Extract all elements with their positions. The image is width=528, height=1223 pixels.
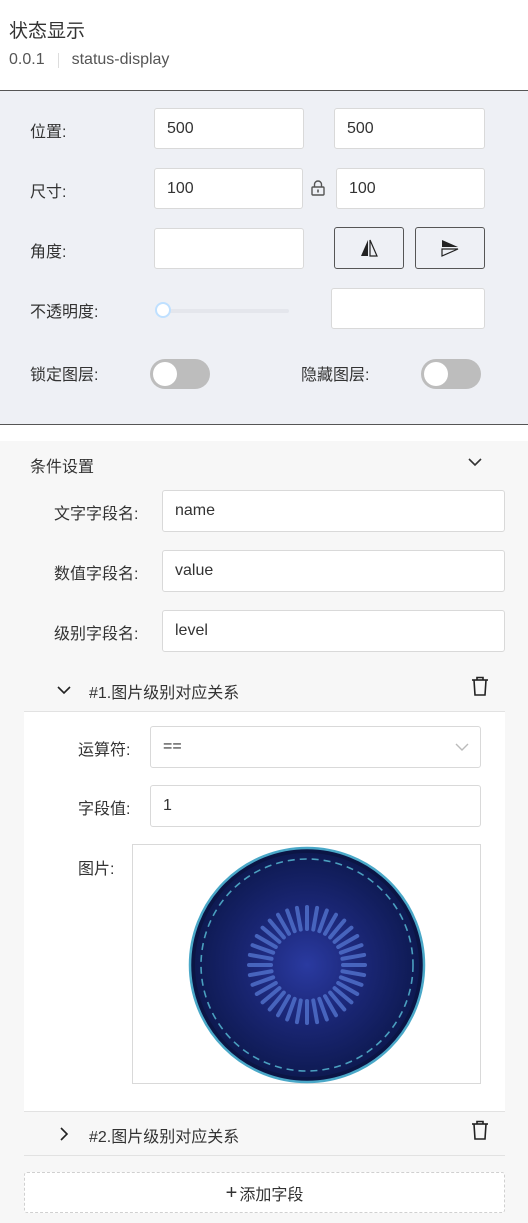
flip-vertical-icon (441, 240, 459, 257)
operator-value: == (163, 738, 182, 755)
rule-title: #1.图片级别对应关系 (89, 685, 240, 702)
opacity-input[interactable] (331, 288, 485, 329)
size-width-input[interactable]: 100 (154, 168, 303, 209)
component-header: 状态显示 0.0.1 status-display (0, 0, 528, 91)
component-title: 状态显示 (9, 21, 86, 42)
chevron-down-icon (455, 743, 469, 751)
field-value-input[interactable]: 1 (150, 785, 481, 827)
image-preview[interactable] (132, 844, 481, 1084)
chevron-down-icon[interactable] (467, 456, 483, 468)
component-id: status-display (71, 51, 170, 68)
component-meta: 0.0.1 status-display (9, 51, 169, 69)
angle-input[interactable] (154, 228, 304, 269)
flip-vertical-button[interactable] (415, 227, 485, 269)
toggle-knob (153, 362, 177, 386)
size-height-input[interactable]: 100 (336, 168, 485, 209)
image-label: 图片: (78, 861, 115, 878)
rule-body-1: 运算符: == 字段值: 1 图片: (24, 712, 505, 1112)
text-field-label: 文字字段名: (54, 506, 139, 523)
chevron-right-icon[interactable] (56, 1126, 72, 1142)
condition-settings-section: 条件设置 文字字段名: name 数值字段名: value 级别字段名: lev… (0, 441, 528, 1223)
opacity-label: 不透明度: (30, 304, 99, 321)
meta-divider (57, 52, 59, 68)
text-field-input[interactable]: name (162, 490, 505, 532)
add-field-label: 添加字段 (239, 1186, 304, 1204)
level-field-input[interactable]: level (162, 610, 505, 652)
hide-layer-toggle[interactable] (421, 359, 481, 389)
lock-layer-label: 锁定图层: (30, 367, 99, 384)
toggle-knob (424, 362, 448, 386)
component-version: 0.0.1 (9, 51, 45, 68)
angle-label: 角度: (30, 244, 67, 261)
trash-icon[interactable] (470, 1119, 490, 1141)
add-field-button[interactable]: + 添加字段 (24, 1172, 505, 1213)
position-label: 位置: (30, 124, 67, 141)
rule-title: #2.图片级别对应关系 (89, 1129, 240, 1146)
trash-icon[interactable] (470, 675, 490, 697)
lock-layer-toggle[interactable] (150, 359, 210, 389)
lock-icon[interactable] (311, 180, 325, 196)
properties-panel: 位置: 500 500 尺寸: 100 100 角度: 不透明度: 锁定图层: … (0, 91, 528, 425)
level-field-label: 级别字段名: (54, 626, 139, 643)
hide-layer-label: 隐藏图层: (301, 367, 370, 384)
rule-header-2[interactable]: #2.图片级别对应关系 (24, 1112, 505, 1156)
flip-horizontal-icon (361, 239, 378, 257)
opacity-slider-handle[interactable] (155, 302, 171, 318)
status-disc-image (188, 846, 426, 1084)
size-label: 尺寸: (30, 184, 67, 201)
condition-settings-title[interactable]: 条件设置 (30, 453, 94, 477)
number-field-input[interactable]: value (162, 550, 505, 592)
field-value-label: 字段值: (78, 801, 131, 818)
position-x-input[interactable]: 500 (154, 108, 304, 149)
operator-label: 运算符: (78, 742, 131, 759)
flip-horizontal-button[interactable] (334, 227, 404, 269)
chevron-down-icon[interactable] (56, 682, 72, 698)
rule-header-1[interactable]: #1.图片级别对应关系 (24, 668, 505, 712)
plus-icon: + (225, 1181, 238, 1204)
position-y-input[interactable]: 500 (334, 108, 485, 149)
number-field-label: 数值字段名: (54, 566, 139, 583)
operator-select[interactable]: == (150, 726, 481, 768)
opacity-slider-track[interactable] (162, 309, 289, 313)
